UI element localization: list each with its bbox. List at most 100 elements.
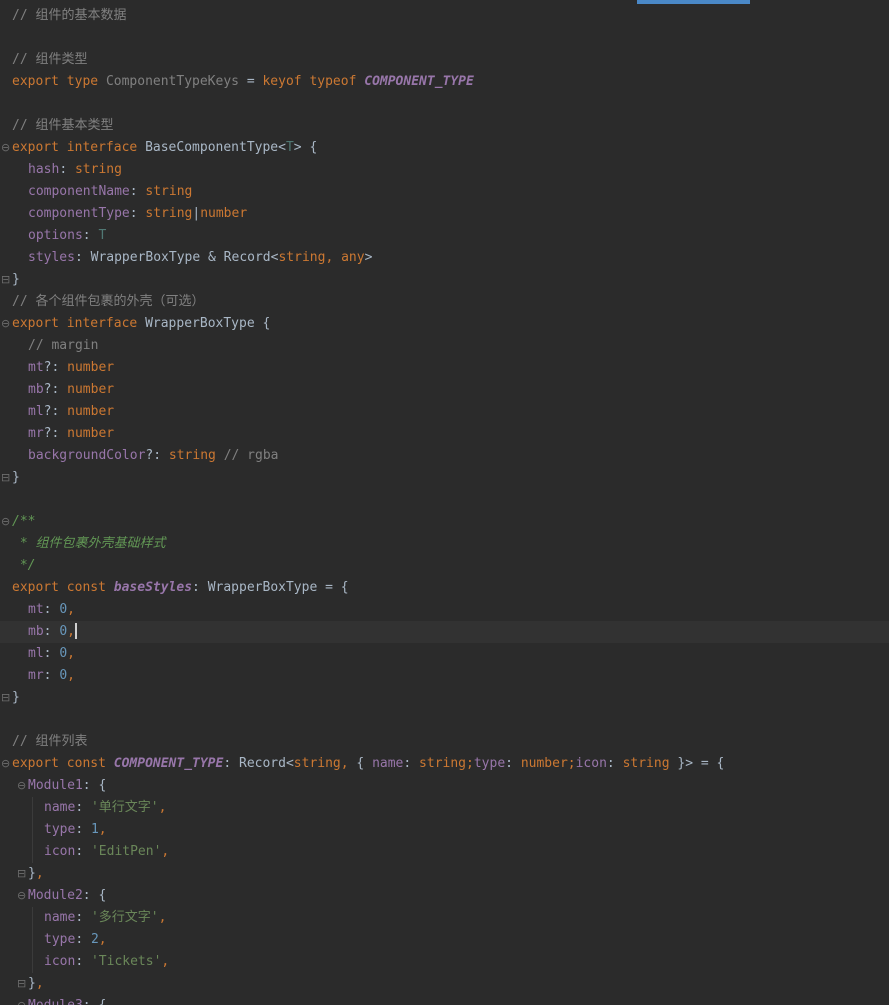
fold-close-icon[interactable]: ⊟ xyxy=(17,863,27,885)
code-line[interactable]: icon: 'EditPen', xyxy=(0,841,889,863)
code-line[interactable]: mt: 0, xyxy=(0,599,889,621)
code-line[interactable]: name: '单行文字', xyxy=(0,797,889,819)
fold-open-icon[interactable]: ⊖ xyxy=(1,753,11,775)
code-line[interactable] xyxy=(0,27,889,49)
code-line[interactable]: // 组件的基本数据 xyxy=(0,5,889,27)
code-content: */ xyxy=(12,558,36,573)
code-line[interactable]: ⊖Module3: { xyxy=(0,995,889,1005)
code-token: ComponentTypeKeys xyxy=(105,74,239,89)
fold-open-icon[interactable]: ⊖ xyxy=(17,885,27,907)
code-token: componentName xyxy=(28,184,130,199)
code-line[interactable]: export type ComponentTypeKeys = keyof ty… xyxy=(0,71,889,93)
indent-guide xyxy=(32,819,33,841)
code-line[interactable]: options: T xyxy=(0,225,889,247)
code-line[interactable]: ⊟}, xyxy=(0,973,889,995)
code-line[interactable]: ⊟}, xyxy=(0,863,889,885)
code-line[interactable]: componentName: string xyxy=(0,181,889,203)
indent-guide xyxy=(32,929,33,951)
code-line[interactable]: mr: 0, xyxy=(0,665,889,687)
code-content: options: T xyxy=(12,228,106,243)
code-token: mb xyxy=(28,624,44,639)
code-content: mr?: number xyxy=(12,426,114,441)
code-line[interactable]: hash: string xyxy=(0,159,889,181)
code-token: number xyxy=(67,404,115,419)
fold-open-icon[interactable]: ⊖ xyxy=(17,775,27,797)
code-line[interactable]: */ xyxy=(0,555,889,577)
code-line[interactable]: type: 2, xyxy=(0,929,889,951)
code-token: : xyxy=(43,668,60,683)
code-line[interactable]: ml?: number xyxy=(0,401,889,423)
code-token: , xyxy=(35,866,44,881)
code-token: : xyxy=(43,646,60,661)
code-line[interactable]: ⊖ Module2: { xyxy=(0,885,889,907)
code-token: } xyxy=(28,866,36,881)
code-line[interactable]: componentType: string|number xyxy=(0,203,889,225)
fold-open-icon[interactable]: ⊖ xyxy=(1,511,11,533)
code-line[interactable]: icon: 'Tickets', xyxy=(0,951,889,973)
code-line[interactable]: // 组件类型 xyxy=(0,49,889,71)
code-line[interactable]: ⊟} xyxy=(0,269,889,291)
code-line[interactable]: name: '多行文字', xyxy=(0,907,889,929)
code-token: mr xyxy=(28,426,44,441)
code-line[interactable]: ⊖/** xyxy=(0,511,889,533)
code-line[interactable] xyxy=(0,489,889,511)
code-token: , xyxy=(158,910,167,925)
code-line[interactable]: ⊟} xyxy=(0,687,889,709)
code-line[interactable] xyxy=(0,709,889,731)
code-token: : xyxy=(75,910,91,925)
code-editor[interactable]: // 组件的基本数据 // 组件类型 export type ComponentTy… xyxy=(0,0,889,1005)
code-token: > xyxy=(364,250,373,265)
code-content: /** xyxy=(12,514,35,529)
code-token: // 组件类型 xyxy=(12,52,88,67)
fold-close-icon[interactable]: ⊟ xyxy=(17,973,27,995)
code-token: // 各个组件包裹的外壳（可选） xyxy=(12,294,205,309)
code-line[interactable]: type: 1, xyxy=(0,819,889,841)
code-line[interactable]: backgroundColor?: string // rgba xyxy=(0,445,889,467)
code-line[interactable]: ⊖ export interface BaseComponentType<T> { xyxy=(0,137,889,159)
code-content: backgroundColor?: string // rgba xyxy=(12,448,278,463)
code-line[interactable]: // 组件列表 xyxy=(0,731,889,753)
code-token: // rgba xyxy=(223,448,279,463)
code-line[interactable]: mb?: number xyxy=(0,379,889,401)
code-token: '单行文字' xyxy=(90,800,159,815)
code-line[interactable]: // 各个组件包裹的外壳（可选） xyxy=(0,291,889,313)
code-line[interactable]: ⊖ Module1: { xyxy=(0,775,889,797)
code-area[interactable]: // 组件的基本数据 // 组件类型 export type ComponentTy… xyxy=(0,5,889,1005)
code-token: Module1 xyxy=(28,778,83,793)
fold-close-icon[interactable]: ⊟ xyxy=(1,269,11,291)
fold-close-icon[interactable]: ⊟ xyxy=(1,467,11,489)
code-line[interactable]: export const baseStyles: WrapperBoxType … xyxy=(0,577,889,599)
fold-open-icon[interactable]: ⊖ xyxy=(1,137,11,159)
indent-guide xyxy=(32,797,33,819)
code-line[interactable]: // 组件基本类型 xyxy=(0,115,889,137)
fold-open-icon[interactable]: ⊖ xyxy=(17,995,27,1005)
fold-open-icon[interactable]: ⊖ xyxy=(1,313,11,335)
code-token: 2 xyxy=(90,932,99,947)
code-line[interactable] xyxy=(0,93,889,115)
text-caret xyxy=(74,622,77,639)
code-content: export type ComponentTypeKeys = keyof ty… xyxy=(12,74,474,89)
code-line[interactable]: styles: WrapperBoxType & Record<string, … xyxy=(0,247,889,269)
code-token: ?: xyxy=(43,360,68,375)
code-line[interactable]: mr?: number xyxy=(0,423,889,445)
code-content: type: 2, xyxy=(12,932,107,947)
code-line[interactable]: mb: 0, xyxy=(0,621,889,643)
code-line[interactable]: * 组件包裹外壳基础样式 xyxy=(0,533,889,555)
code-token: ?: xyxy=(43,382,68,397)
code-content: styles: WrapperBoxType & Record<string, … xyxy=(12,250,372,265)
code-line[interactable]: ⊖ export interface WrapperBoxType { xyxy=(0,313,889,335)
code-token: : xyxy=(75,932,91,947)
code-line[interactable]: ⊟} xyxy=(0,467,889,489)
code-token: : xyxy=(129,206,146,221)
code-line[interactable]: ml: 0, xyxy=(0,643,889,665)
code-line[interactable]: // margin xyxy=(0,335,889,357)
code-token: } xyxy=(12,470,20,485)
code-line[interactable]: mt?: number xyxy=(0,357,889,379)
code-token: : xyxy=(43,602,60,617)
code-token: icon xyxy=(44,844,76,859)
code-line[interactable]: ⊖ export const COMPONENT_TYPE: Record<str… xyxy=(0,753,889,775)
code-content: icon: 'Tickets', xyxy=(12,954,169,969)
code-token: number xyxy=(520,756,568,771)
fold-close-icon[interactable]: ⊟ xyxy=(1,687,11,709)
code-token: ml xyxy=(28,646,44,661)
